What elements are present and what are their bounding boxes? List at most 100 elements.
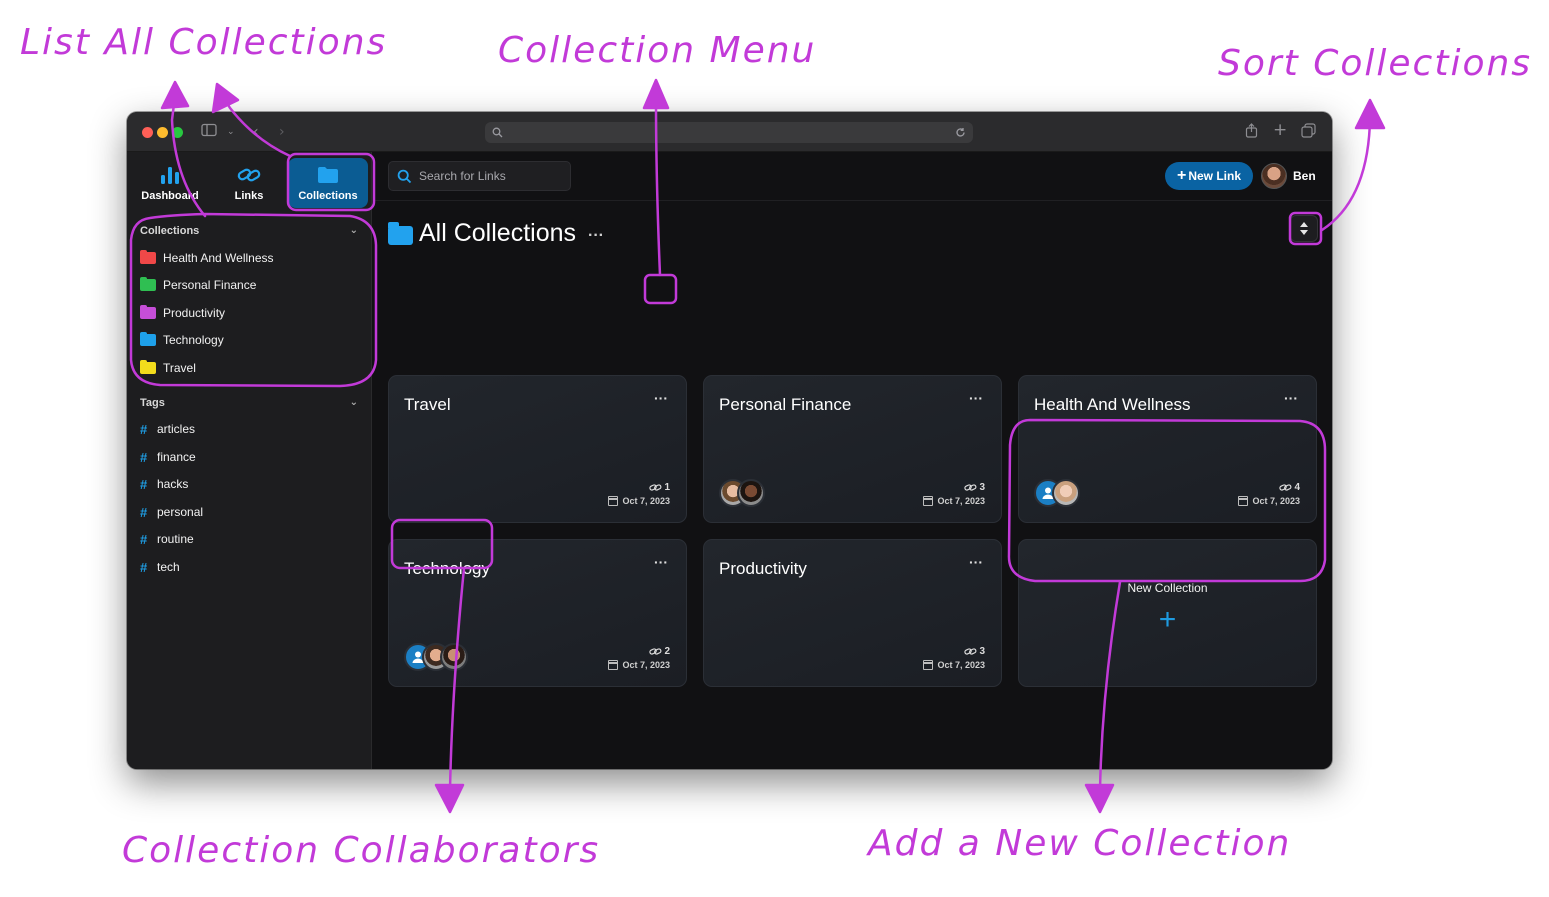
nav-collections[interactable]: Collections: [288, 158, 368, 208]
hash-icon: #: [140, 449, 148, 465]
link-count-value: 3: [979, 482, 985, 493]
sidebar-tag-label: tech: [157, 560, 180, 574]
link-count: 1: [649, 482, 670, 493]
user-name[interactable]: Ben: [1293, 169, 1316, 183]
new-collection-card[interactable]: New Collection +: [1018, 539, 1317, 687]
nav-collections-label: Collections: [298, 190, 358, 202]
sidebar-collection-item[interactable]: Productivity: [140, 302, 225, 324]
collection-menu-button[interactable]: ···: [969, 554, 983, 570]
link-count: 2: [649, 646, 670, 657]
collection-date: Oct 7, 2023: [608, 660, 670, 670]
tags-heading[interactable]: Tags ⌄: [140, 397, 366, 409]
sidebar-collection-label: Technology: [163, 333, 224, 347]
arrowhead-new-collection: [1084, 783, 1115, 814]
share-icon[interactable]: [1245, 123, 1258, 143]
sidebar-collection-item[interactable]: Travel: [140, 357, 196, 379]
address-bar[interactable]: [485, 122, 973, 143]
sidebar-tag-item[interactable]: # routine: [140, 528, 194, 550]
sidebar-tag-label: finance: [157, 450, 196, 464]
plus-icon: +: [1158, 603, 1177, 636]
collection-date: Oct 7, 2023: [923, 496, 985, 506]
chevron-down-icon[interactable]: ⌄: [227, 123, 235, 141]
avatar[interactable]: [737, 479, 765, 507]
annotation-add-new-collection: Add a New Collection: [868, 823, 1292, 864]
sidebar-tag-label: personal: [157, 505, 204, 519]
collection-date-value: Oct 7, 2023: [1252, 496, 1300, 506]
collection-menu-button[interactable]: ···: [1284, 390, 1298, 406]
hash-icon: #: [140, 559, 148, 575]
annotation-collection-menu: Collection Menu: [498, 30, 817, 71]
link-count-value: 3: [979, 646, 985, 657]
sort-icon: [1300, 222, 1308, 235]
sidebar-tag-item[interactable]: # articles: [140, 418, 195, 440]
collection-card-title: Productivity: [719, 559, 807, 578]
new-tab-icon[interactable]: +: [1273, 121, 1287, 139]
collection-date-value: Oct 7, 2023: [937, 496, 985, 506]
address-search-icon: [492, 127, 503, 138]
search-input[interactable]: Search for Links: [388, 161, 571, 191]
sidebar-tag-item[interactable]: # personal: [140, 501, 203, 523]
plus-icon: +: [1176, 167, 1187, 184]
sidebar-collection-item[interactable]: Personal Finance: [140, 274, 256, 296]
collection-date: Oct 7, 2023: [608, 496, 670, 506]
link-count-value: 1: [664, 482, 670, 493]
nav-dashboard-label: Dashboard: [141, 190, 199, 202]
close-window-button[interactable]: [142, 127, 153, 138]
forward-icon[interactable]: ›: [279, 123, 285, 141]
collection-card[interactable]: Personal Finance ··· 3 Oct 7, 2023: [703, 375, 1002, 523]
collection-menu-button[interactable]: ···: [654, 554, 668, 570]
nav-dashboard[interactable]: Dashboard: [130, 158, 210, 208]
sidebar-tag-label: articles: [157, 422, 196, 436]
sidebar-tag-item[interactable]: # tech: [140, 556, 180, 578]
collection-date: Oct 7, 2023: [923, 660, 985, 670]
nav-links-label: Links: [234, 190, 264, 202]
collection-date-value: Oct 7, 2023: [937, 660, 985, 670]
collections-heading[interactable]: Collections ⌄: [140, 225, 366, 237]
link-icon: [964, 648, 977, 655]
collection-card[interactable]: Health And Wellness ··· 4 Oct 7, 2023: [1018, 375, 1317, 523]
new-link-button[interactable]: + New Link: [1165, 162, 1253, 190]
minimize-window-button[interactable]: [157, 127, 168, 138]
page-title: All Collections ···: [388, 219, 604, 248]
sort-collections-button[interactable]: [1290, 215, 1318, 242]
link-icon: [1279, 484, 1292, 491]
nav-links[interactable]: Links: [209, 158, 289, 208]
avatar[interactable]: [1261, 163, 1287, 189]
reload-icon[interactable]: [955, 127, 966, 138]
maximize-window-button[interactable]: [172, 127, 183, 138]
folder-icon: [388, 222, 413, 245]
collaborator-avatars: [719, 479, 765, 507]
collection-menu-button[interactable]: ···: [654, 390, 668, 406]
link-count-value: 2: [664, 646, 670, 657]
folder-icon: [140, 277, 156, 291]
sidebar-tag-item[interactable]: # hacks: [140, 473, 188, 495]
sidebar-collection-item[interactable]: Health And Wellness: [140, 247, 274, 269]
link-count: 4: [1279, 482, 1300, 493]
sidebar-tag-item[interactable]: # finance: [140, 446, 196, 468]
bar-chart-icon: [161, 167, 179, 184]
hash-icon: #: [140, 504, 148, 520]
page-menu-button[interactable]: ···: [588, 227, 604, 245]
calendar-icon: [1238, 496, 1249, 506]
avatar[interactable]: [1052, 479, 1080, 507]
annotation-sort-collections: Sort Collections: [1218, 43, 1533, 84]
browser-window: ⌄ ‹ › + Dashboard Links Collections Coll…: [127, 112, 1332, 769]
hash-icon: #: [140, 476, 148, 492]
header-divider: [373, 200, 1332, 201]
collection-date-value: Oct 7, 2023: [622, 660, 670, 670]
new-link-label: New Link: [1188, 169, 1242, 183]
sidebar-toggle-icon[interactable]: [201, 123, 217, 142]
avatar[interactable]: [440, 643, 468, 671]
link-count: 3: [964, 646, 985, 657]
back-icon[interactable]: ‹: [253, 123, 259, 141]
collection-menu-button[interactable]: ···: [969, 390, 983, 406]
chevron-down-icon[interactable]: ⌄: [350, 397, 358, 408]
collection-card[interactable]: Travel ··· 1 Oct 7, 2023: [388, 375, 687, 523]
collection-card[interactable]: Technology ··· 2 Oct 7, 2023: [388, 539, 687, 687]
tab-overview-icon[interactable]: [1301, 123, 1316, 143]
folder-icon: [140, 332, 156, 346]
sidebar-collection-item[interactable]: Technology: [140, 329, 224, 351]
collection-card[interactable]: Productivity ··· 3 Oct 7, 2023: [703, 539, 1002, 687]
link-icon: [237, 168, 261, 182]
chevron-down-icon[interactable]: ⌄: [350, 225, 358, 236]
